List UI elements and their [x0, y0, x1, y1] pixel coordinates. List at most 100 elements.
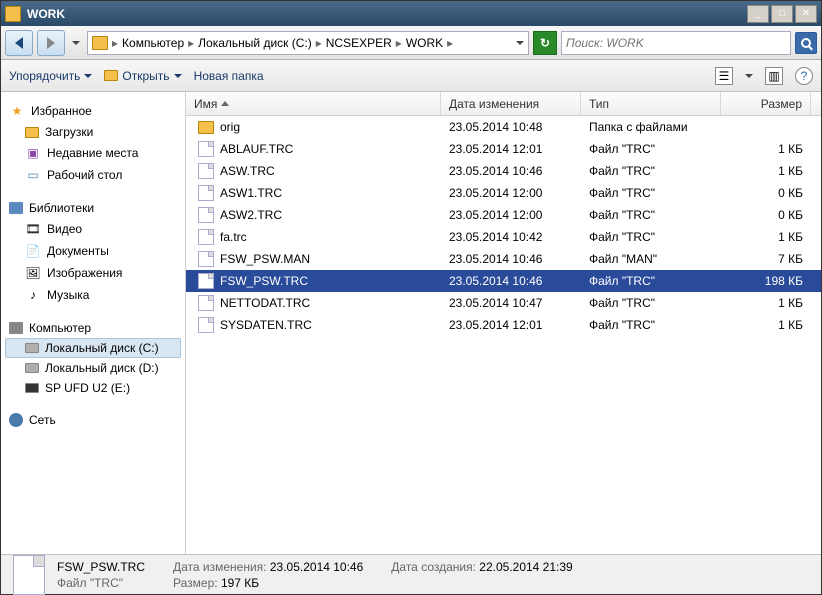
search-box[interactable]	[561, 31, 791, 55]
sidebar-favorites[interactable]: ★Избранное	[5, 100, 181, 122]
recent-icon: ▣	[25, 145, 41, 161]
sidebar-item[interactable]: ▭Рабочий стол	[5, 164, 181, 186]
sidebar: ★Избранное Загрузки ▣Недавние места ▭Раб…	[1, 92, 186, 554]
music-icon: ♪	[25, 287, 41, 303]
file-size: 0 КБ	[721, 208, 811, 222]
breadcrumb-item[interactable]: NCSEXPER	[326, 36, 392, 50]
sort-asc-icon	[221, 101, 229, 106]
file-icon	[198, 207, 214, 223]
file-date: 23.05.2014 10:42	[441, 230, 581, 244]
content: Имя Дата изменения Тип Размер orig23.05.…	[186, 92, 821, 554]
file-row[interactable]: ASW.TRC23.05.2014 10:46Файл "TRC"1 КБ	[186, 160, 821, 182]
file-type: Файл "MAN"	[581, 252, 721, 266]
file-type: Файл "TRC"	[581, 208, 721, 222]
doc-icon: 📄	[25, 243, 41, 259]
statusbar: FSW_PSW.TRC Дата изменения: 23.05.2014 1…	[1, 554, 821, 594]
sidebar-item[interactable]: Локальный диск (C:)	[5, 338, 181, 358]
status-name: FSW_PSW.TRC	[57, 560, 145, 574]
help-button[interactable]: ?	[795, 67, 813, 85]
folder-icon	[25, 127, 39, 138]
sidebar-network[interactable]: Сеть	[5, 410, 181, 430]
chevron-down-icon[interactable]	[516, 41, 524, 45]
folder-icon	[104, 70, 118, 81]
disk-icon	[25, 363, 39, 373]
sidebar-item[interactable]: 📄Документы	[5, 240, 181, 262]
titlebar: WORK _ □ ✕	[1, 1, 821, 26]
file-type: Файл "TRC"	[581, 186, 721, 200]
close-button[interactable]: ✕	[795, 5, 817, 23]
maximize-button[interactable]: □	[771, 5, 793, 23]
file-row[interactable]: orig23.05.2014 10:48Папка с файлами	[186, 116, 821, 138]
column-headers: Имя Дата изменения Тип Размер	[186, 92, 821, 116]
file-date: 23.05.2014 12:01	[441, 318, 581, 332]
breadcrumb-sep: ▸	[394, 36, 404, 50]
organize-button[interactable]: Упорядочить	[9, 69, 92, 83]
file-size: 7 КБ	[721, 252, 811, 266]
file-row[interactable]: NETTODAT.TRC23.05.2014 10:47Файл "TRC"1 …	[186, 292, 821, 314]
preview-button[interactable]: ▥	[765, 67, 783, 85]
sidebar-item[interactable]: Загрузки	[5, 122, 181, 142]
breadcrumb[interactable]: ▸ Компьютер ▸ Локальный диск (C:) ▸ NCSE…	[87, 31, 529, 55]
file-row[interactable]: FSW_PSW.MAN23.05.2014 10:46Файл "MAN"7 К…	[186, 248, 821, 270]
file-icon	[198, 163, 214, 179]
file-row[interactable]: ABLAUF.TRC23.05.2014 12:01Файл "TRC"1 КБ	[186, 138, 821, 160]
sidebar-item[interactable]: ▣Недавние места	[5, 142, 181, 164]
view-button[interactable]: ☰	[715, 67, 733, 85]
file-size: 1 КБ	[721, 318, 811, 332]
chevron-down-icon[interactable]	[745, 74, 753, 78]
file-name: ASW1.TRC	[220, 186, 282, 200]
col-date[interactable]: Дата изменения	[441, 92, 581, 115]
file-row[interactable]: ASW2.TRC23.05.2014 12:00Файл "TRC"0 КБ	[186, 204, 821, 226]
search-button[interactable]	[795, 32, 817, 54]
sidebar-item[interactable]: 🎞Видео	[5, 218, 181, 240]
minimize-button[interactable]: _	[747, 5, 769, 23]
file-row[interactable]: fa.trc23.05.2014 10:42Файл "TRC"1 КБ	[186, 226, 821, 248]
sidebar-item[interactable]: SP UFD U2 (E:)	[5, 378, 181, 398]
breadcrumb-sep: ▸	[110, 36, 120, 50]
search-input[interactable]	[566, 36, 786, 50]
file-icon	[198, 185, 214, 201]
toolbar: Упорядочить Открыть Новая папка ☰ ▥ ?	[1, 60, 821, 92]
file-icon	[198, 251, 214, 267]
breadcrumb-item[interactable]: Локальный диск (C:)	[198, 36, 312, 50]
sidebar-libraries[interactable]: Библиотеки	[5, 198, 181, 218]
file-date: 23.05.2014 12:00	[441, 208, 581, 222]
sidebar-computer[interactable]: Компьютер	[5, 318, 181, 338]
arrow-left-icon	[15, 37, 23, 49]
file-name: SYSDATEN.TRC	[220, 318, 312, 332]
chevron-down-icon	[174, 74, 182, 78]
file-row[interactable]: SYSDATEN.TRC23.05.2014 12:01Файл "TRC"1 …	[186, 314, 821, 336]
breadcrumb-item[interactable]: WORK	[406, 36, 443, 50]
folder-icon	[92, 36, 108, 50]
forward-button[interactable]	[37, 30, 65, 56]
breadcrumb-item[interactable]: Компьютер	[122, 36, 184, 50]
col-type[interactable]: Тип	[581, 92, 721, 115]
file-row[interactable]: ASW1.TRC23.05.2014 12:00Файл "TRC"0 КБ	[186, 182, 821, 204]
file-icon	[198, 295, 214, 311]
status-type: Файл "TRC"	[57, 576, 145, 590]
navbar: ▸ Компьютер ▸ Локальный диск (C:) ▸ NCSE…	[1, 26, 821, 60]
chevron-down-icon	[84, 74, 92, 78]
file-row[interactable]: FSW_PSW.TRC23.05.2014 10:46Файл "TRC"198…	[186, 270, 821, 292]
history-dropdown[interactable]	[69, 30, 83, 56]
file-type: Файл "TRC"	[581, 230, 721, 244]
sidebar-item[interactable]: 🖼Изображения	[5, 262, 181, 284]
file-date: 23.05.2014 10:46	[441, 252, 581, 266]
image-icon: 🖼	[25, 265, 41, 281]
sidebar-item[interactable]: ♪Музыка	[5, 284, 181, 306]
newfolder-button[interactable]: Новая папка	[194, 69, 264, 83]
file-list[interactable]: orig23.05.2014 10:48Папка с файламиABLAU…	[186, 116, 821, 554]
desktop-icon: ▭	[25, 167, 41, 183]
star-icon: ★	[9, 103, 25, 119]
col-name[interactable]: Имя	[186, 92, 441, 115]
chevron-down-icon	[72, 41, 80, 45]
file-size: 1 КБ	[721, 142, 811, 156]
network-icon	[9, 413, 23, 427]
back-button[interactable]	[5, 30, 33, 56]
sidebar-item[interactable]: Локальный диск (D:)	[5, 358, 181, 378]
file-icon	[198, 141, 214, 157]
open-button[interactable]: Открыть	[104, 69, 181, 83]
col-size[interactable]: Размер	[721, 92, 811, 115]
disk-icon	[25, 343, 39, 353]
refresh-button[interactable]: ↻	[533, 31, 557, 55]
